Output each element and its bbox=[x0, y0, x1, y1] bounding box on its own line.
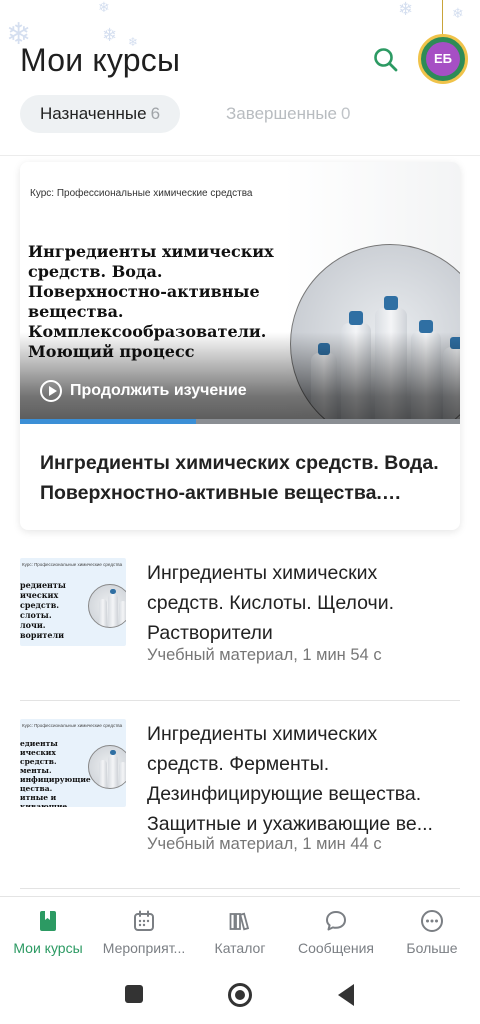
nav-label: Больше bbox=[406, 940, 458, 956]
tab-completed-count: 0 bbox=[341, 104, 351, 123]
list-item-title: Ингредиенты химических средств. Кислоты.… bbox=[147, 562, 395, 644]
bottom-navigation: Мои курсы Мероприят... Каталог Сообщения… bbox=[0, 896, 480, 964]
search-button[interactable] bbox=[372, 46, 400, 74]
nav-label: Мероприят... bbox=[102, 940, 186, 956]
tab-assigned-label: Назначенные bbox=[40, 104, 147, 123]
avatar: ЕБ bbox=[426, 42, 460, 76]
nav-label: Мои курсы bbox=[13, 940, 83, 956]
home-button[interactable] bbox=[228, 983, 252, 1007]
calendar-icon bbox=[134, 910, 154, 931]
page-title: Мои курсы bbox=[20, 42, 181, 78]
library-icon bbox=[229, 912, 250, 931]
thumb-photo bbox=[88, 745, 126, 789]
tab-assigned-count: 6 bbox=[150, 104, 161, 123]
thumb-photo bbox=[88, 584, 126, 628]
nav-messages[interactable]: Сообщения bbox=[288, 897, 384, 965]
thumb-heading: редиенты ических средств. слоты. лочи. в… bbox=[20, 580, 66, 640]
nav-more[interactable]: Больше bbox=[384, 897, 480, 965]
featured-course-title: Ингредиенты химических средств. Вода. По… bbox=[40, 452, 439, 504]
list-item-meta: Учебный материал, 1 мин 54 с bbox=[147, 646, 382, 664]
more-icon bbox=[421, 910, 443, 932]
thumb-caption: Курс: Профессиональные химические средст… bbox=[22, 562, 123, 567]
continue-learning-label: Продолжить изучение bbox=[70, 382, 247, 399]
nav-label: Сообщения bbox=[298, 940, 374, 956]
header-divider bbox=[0, 155, 480, 156]
chat-icon bbox=[326, 911, 346, 931]
tab-completed-label: Завершенные bbox=[226, 104, 338, 123]
list-item[interactable]: Курс: Профессиональные химические средст… bbox=[20, 558, 460, 688]
tab-assigned[interactable]: Назначенные 6 bbox=[20, 95, 181, 133]
search-icon bbox=[374, 48, 398, 72]
featured-course-card[interactable]: Курс: Профессиональные химические средст… bbox=[20, 162, 460, 530]
list-divider bbox=[20, 700, 460, 701]
course-progress-fill bbox=[20, 419, 196, 424]
course-progress-bar bbox=[20, 419, 460, 424]
tab-completed[interactable]: Завершенные 0 bbox=[206, 95, 370, 133]
back-button[interactable] bbox=[338, 984, 354, 1006]
ornament-string bbox=[442, 0, 443, 36]
list-divider bbox=[20, 888, 460, 889]
play-icon bbox=[40, 380, 62, 402]
nav-events[interactable]: Мероприят... bbox=[96, 897, 192, 965]
nav-label: Каталог bbox=[214, 940, 266, 956]
app-header: Мои курсы ЕБ bbox=[0, 0, 480, 92]
course-thumbnail: Курс: Профессиональные химические средст… bbox=[20, 719, 126, 807]
thumb-heading: едиенты ических средств. менты. инфициру… bbox=[20, 739, 91, 807]
system-navigation-bar bbox=[0, 964, 480, 1024]
cover-gradient-overlay bbox=[20, 332, 460, 424]
continue-learning-button[interactable]: Продолжить изучение bbox=[40, 380, 247, 402]
recent-apps-button[interactable] bbox=[125, 985, 143, 1003]
nav-my-courses[interactable]: Мои курсы bbox=[0, 897, 96, 965]
list-item-title: Ингредиенты химических средств. Ферменты… bbox=[147, 723, 433, 835]
avatar-button[interactable]: ЕБ bbox=[418, 34, 468, 84]
list-item-meta: Учебный материал, 1 мин 44 с bbox=[147, 835, 382, 853]
list-item[interactable]: Курс: Профессиональные химические средст… bbox=[20, 719, 460, 859]
nav-catalog[interactable]: Каталог bbox=[192, 897, 288, 965]
book-icon bbox=[40, 911, 56, 931]
course-cover-image: Курс: Профессиональные химические средст… bbox=[20, 162, 460, 424]
cover-course-label: Курс: Профессиональные химические средст… bbox=[30, 188, 253, 199]
course-thumbnail: Курс: Профессиональные химические средст… bbox=[20, 558, 126, 646]
thumb-caption: Курс: Профессиональные химические средст… bbox=[22, 723, 123, 728]
